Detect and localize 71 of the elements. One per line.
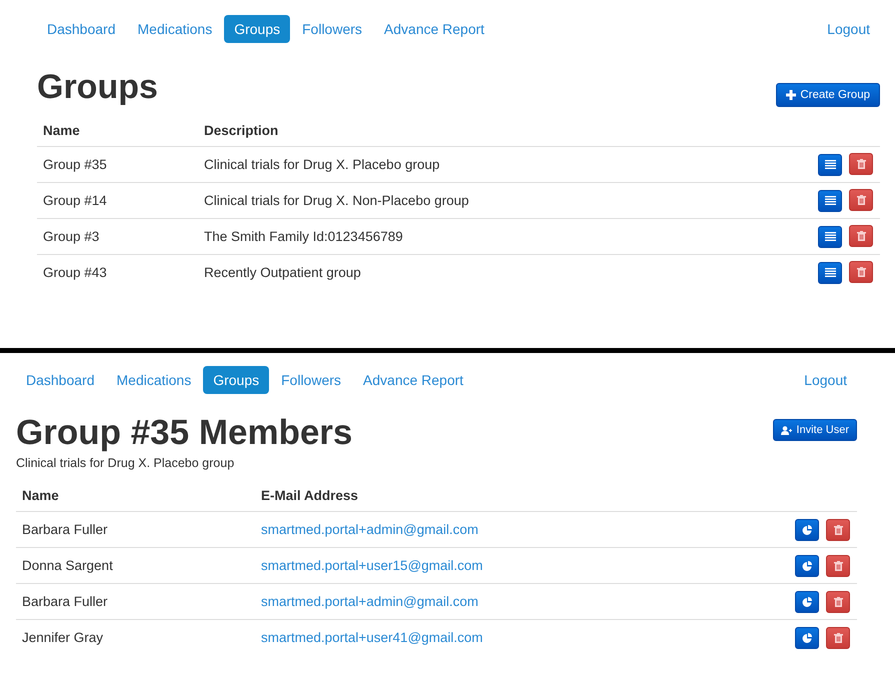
pie-icon: [802, 524, 812, 534]
group-name: Group #3: [43, 229, 100, 244]
logout-link[interactable]: Logout: [794, 366, 857, 394]
nav-tab[interactable]: Advance Report: [353, 366, 474, 394]
group-description: The Smith Family Id:0123456789: [204, 229, 403, 244]
email-link[interactable]: smartmed.portal+user15@gmail.com: [261, 558, 483, 573]
nav-tab[interactable]: Dashboard: [16, 366, 104, 394]
nav-tab[interactable]: Groups: [203, 366, 270, 394]
user-add-icon: [781, 426, 792, 434]
trash-icon: [834, 560, 842, 570]
group-description: Clinical trials for Drug X. Non-Placebo group: [204, 193, 469, 208]
list-button[interactable]: [818, 262, 842, 284]
list-button[interactable]: [818, 154, 842, 176]
delete-button[interactable]: [849, 261, 873, 284]
page-title: Groups: [37, 67, 158, 107]
member-name: Jennifer Gray: [22, 630, 104, 645]
group-name: Group #43: [43, 265, 107, 280]
group-name: Group #14: [43, 193, 107, 208]
delete-button[interactable]: [826, 590, 850, 612]
pie-icon: [802, 632, 812, 642]
email-link[interactable]: smartmed.portal+user41@gmail.com: [261, 630, 483, 645]
column-header: Name: [16, 480, 255, 512]
logout-link[interactable]: Logout: [817, 15, 880, 43]
plus-icon: [786, 90, 796, 100]
nav-tab[interactable]: Followers: [271, 366, 352, 394]
column-header: Name: [37, 115, 198, 146]
email-link[interactable]: smartmed.portal+admin@gmail.com: [261, 594, 478, 609]
delete-button[interactable]: [849, 153, 873, 176]
invite-user-button[interactable]: Invite User: [773, 419, 857, 441]
view-button[interactable]: [795, 554, 820, 576]
delete-button[interactable]: [826, 518, 850, 540]
delete-button[interactable]: [826, 626, 850, 648]
list-icon: [824, 232, 836, 242]
delete-button[interactable]: [849, 225, 873, 248]
trash-icon: [856, 159, 866, 170]
view-button[interactable]: [795, 626, 820, 648]
delete-button[interactable]: [826, 554, 850, 576]
trash-icon: [834, 524, 842, 534]
nav-tab[interactable]: Medications: [106, 366, 202, 394]
group-name: Group #35: [43, 157, 107, 172]
pie-icon: [802, 560, 812, 570]
list-icon: [824, 196, 836, 206]
view-button[interactable]: [795, 518, 820, 540]
nav-tab[interactable]: Advance Report: [374, 15, 494, 43]
nav-tab[interactable]: Medications: [128, 15, 222, 43]
nav-tab[interactable]: Groups: [224, 15, 290, 43]
group-description: Clinical trials for Drug X. Placebo group: [16, 456, 236, 470]
column-header: E-Mail Address: [255, 480, 718, 512]
list-button[interactable]: [818, 226, 842, 248]
member-name: Barbara Fuller: [22, 522, 108, 537]
delete-button[interactable]: [849, 189, 873, 212]
nav-tab[interactable]: Dashboard: [37, 15, 126, 43]
group-description: Recently Outpatient group: [204, 265, 361, 280]
trash-icon: [834, 632, 842, 642]
nav-tab[interactable]: Followers: [292, 15, 372, 43]
page-title: Group #35 Members: [16, 412, 352, 454]
trash-icon: [834, 596, 842, 606]
list-icon: [824, 268, 836, 278]
view-button[interactable]: [795, 590, 820, 612]
trash-icon: [856, 195, 866, 206]
list-icon: [824, 160, 836, 170]
pie-icon: [802, 596, 812, 606]
group-description: Clinical trials for Drug X. Placebo group: [204, 157, 440, 172]
email-link[interactable]: smartmed.portal+admin@gmail.com: [261, 522, 478, 537]
trash-icon: [856, 267, 866, 278]
create-group-button[interactable]: Create Group: [776, 83, 880, 107]
member-name: Donna Sargent: [22, 558, 113, 573]
member-name: Barbara Fuller: [22, 594, 108, 609]
column-header: Description: [198, 115, 742, 146]
list-button[interactable]: [818, 190, 842, 212]
trash-icon: [856, 231, 866, 242]
